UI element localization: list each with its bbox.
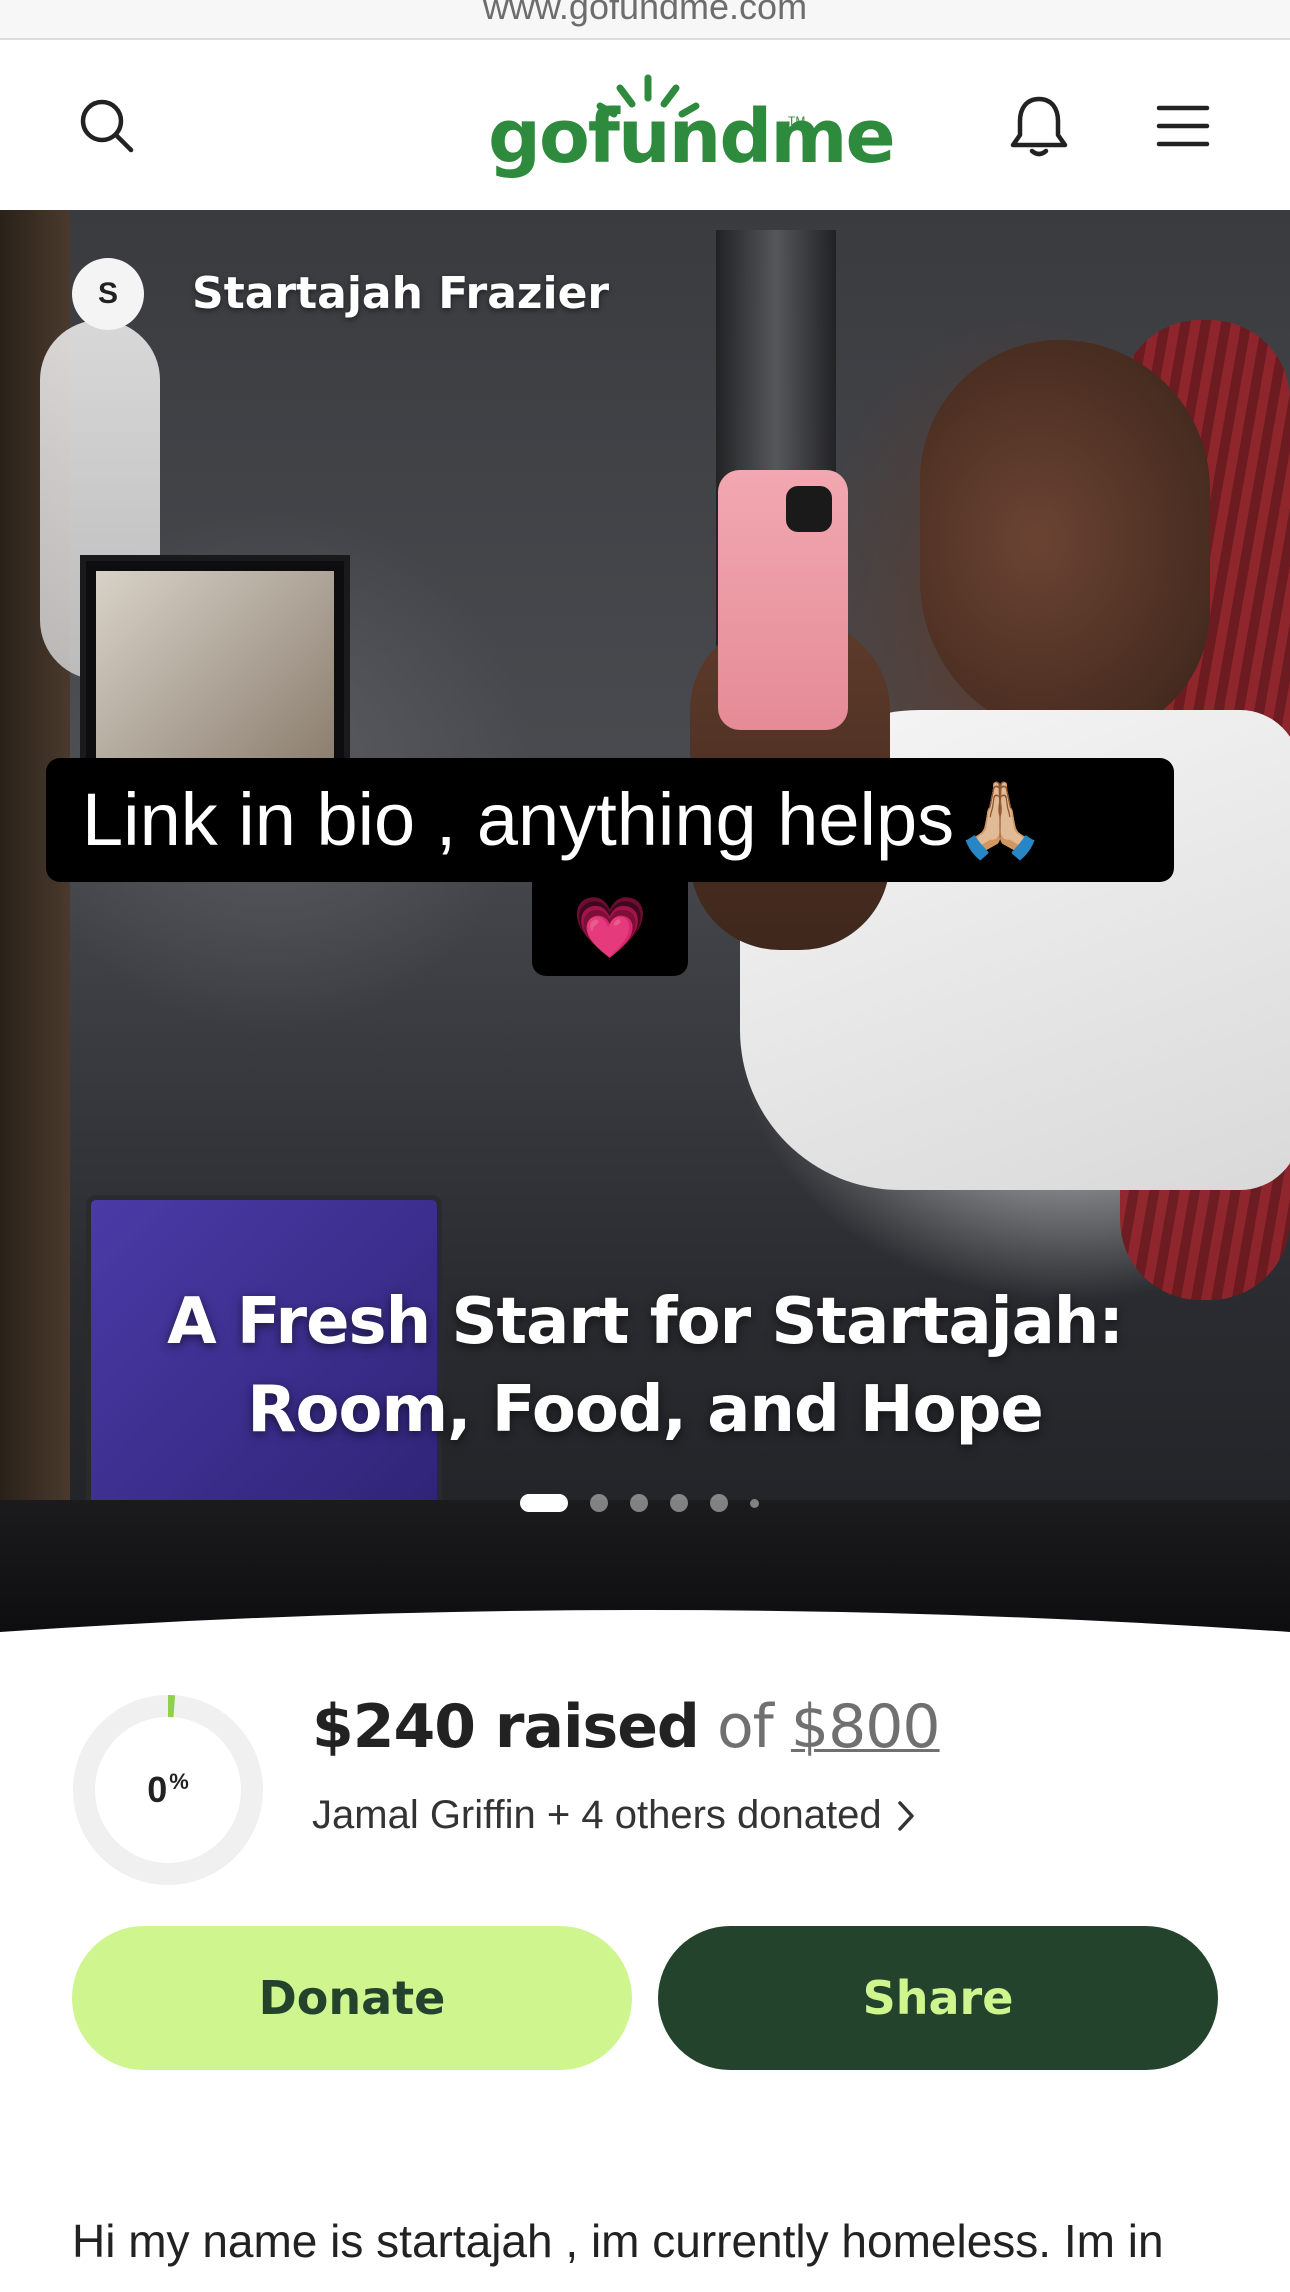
progress-percent-value: 0 xyxy=(147,1769,168,1810)
tv-monitor xyxy=(80,555,350,775)
share-button[interactable]: Share xyxy=(658,1926,1218,2070)
amount-raised: $240 raised of $800 xyxy=(312,1692,941,1762)
browser-url-bar[interactable]: www.gofundme.com xyxy=(0,0,1290,40)
photo-caption-line-1: Link in bio , anything helps🙏🏼 xyxy=(46,758,1174,882)
notifications-button[interactable] xyxy=(1004,91,1074,161)
donors-link[interactable]: Jamal Griffin + 4 others donated xyxy=(312,1793,916,1838)
raised-amount: $240 raised xyxy=(312,1692,700,1762)
campaign-title: A Fresh Start for Startajah: Room, Food,… xyxy=(0,1278,1290,1454)
campaign-title-line-1: A Fresh Start for Startajah: xyxy=(167,1285,1124,1359)
carousel-dot[interactable] xyxy=(590,1494,608,1512)
pink-phone xyxy=(718,470,848,730)
chevron-right-icon xyxy=(897,1800,914,1831)
logo-trademark: TM xyxy=(788,114,806,128)
campaign-title-line-2: Room, Food, and Hope xyxy=(247,1373,1044,1447)
donors-text: Jamal Griffin + 4 others donated xyxy=(312,1793,882,1837)
progress-percent: 0% xyxy=(72,1694,264,1886)
carousel-dot[interactable] xyxy=(750,1498,759,1508)
carousel-dot[interactable] xyxy=(710,1494,728,1512)
hamburger-menu-icon xyxy=(1156,105,1210,147)
search-icon xyxy=(80,99,134,153)
gofundme-logo[interactable]: gofundme TM xyxy=(488,68,896,188)
carousel-dots[interactable] xyxy=(520,1493,759,1513)
raised-of: of xyxy=(716,1692,774,1762)
logo-wordmark: gofundme xyxy=(488,94,896,180)
search-button[interactable] xyxy=(72,91,142,161)
organizer-name[interactable]: Startajah Frazier xyxy=(192,268,609,319)
url-text: www.gofundme.com xyxy=(482,0,808,27)
hero-curve-divider xyxy=(0,1610,1290,1660)
carousel-dot-active[interactable] xyxy=(520,1494,568,1512)
carousel-dot[interactable] xyxy=(630,1494,648,1512)
progress-percent-symbol: % xyxy=(169,1769,189,1794)
person-head xyxy=(920,340,1210,740)
carousel-dot[interactable] xyxy=(670,1494,688,1512)
site-header: gofundme TM xyxy=(0,42,1290,210)
menu-button[interactable] xyxy=(1148,91,1218,161)
donate-button[interactable]: Donate xyxy=(72,1926,632,2070)
organizer-avatar[interactable]: S xyxy=(72,258,144,330)
campaign-story: Hi my name is startajah , im currently h… xyxy=(72,2215,1164,2267)
goal-amount[interactable]: $800 xyxy=(791,1692,941,1762)
bell-icon xyxy=(1010,96,1068,157)
photo-caption-line-2: 💗 xyxy=(532,880,688,976)
